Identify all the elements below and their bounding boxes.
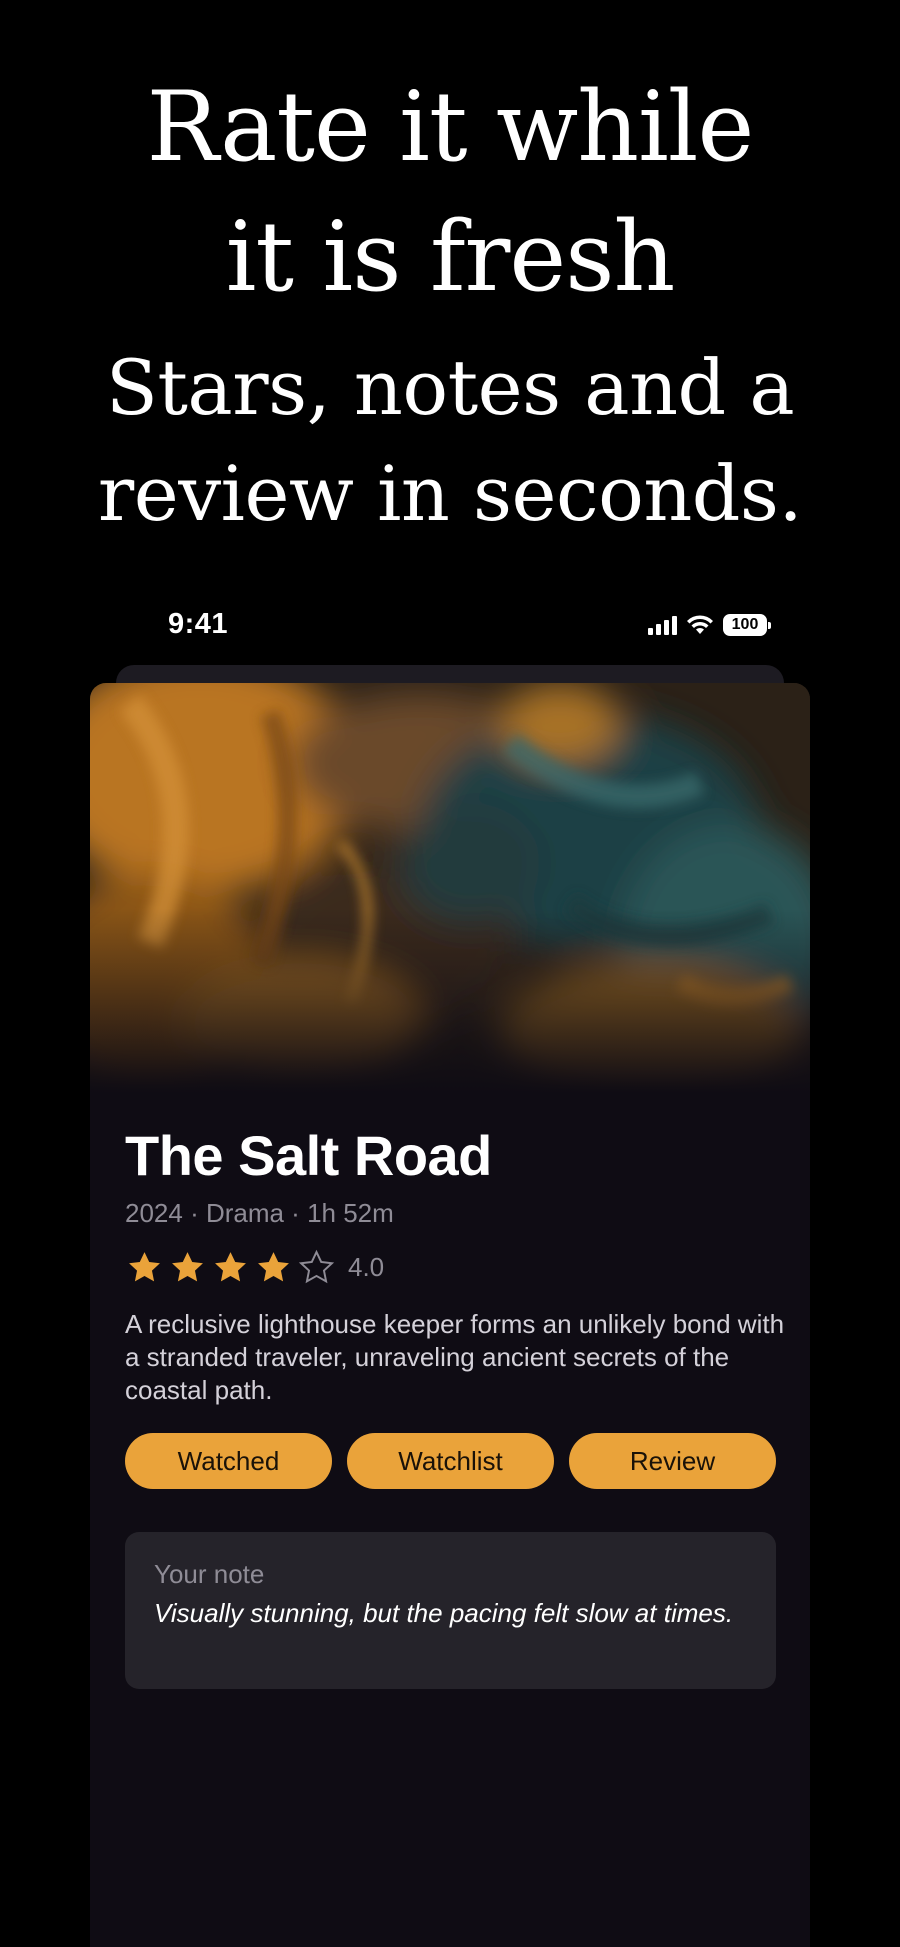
status-bar: 9:41 100 (0, 604, 900, 654)
promo-subhead-line-2: review in seconds. (97, 449, 803, 538)
promo-subhead-line-1: Stars, notes and a (105, 343, 795, 432)
star-icon-1[interactable] (125, 1248, 164, 1287)
watchlist-button[interactable]: Watchlist (347, 1433, 554, 1489)
cellular-signal-icon (648, 615, 677, 635)
movie-detail-card: The Salt Road 2024 · Drama · 1h 52m 4.0 … (90, 683, 810, 1947)
watched-button[interactable]: Watched (125, 1433, 332, 1489)
promo-headline-line-1: Rate it while (146, 71, 755, 183)
movie-synopsis: A reclusive lighthouse keeper forms an u… (125, 1309, 785, 1405)
star-icon-3[interactable] (211, 1248, 250, 1287)
status-time: 9:41 (168, 608, 229, 640)
user-note-card[interactable]: Your note Visually stunning, but the pac… (125, 1532, 776, 1689)
promo-headline-line-2: it is fresh (225, 201, 676, 313)
status-icons: 100 (648, 614, 771, 636)
movie-meta: 2024 · Drama · 1h 52m (125, 1198, 394, 1228)
action-buttons: Watched Watchlist Review (125, 1433, 776, 1489)
promo-subhead: Stars, notes and a review in seconds. (0, 335, 900, 547)
rating-value: 4.0 (348, 1252, 385, 1282)
movie-title: The Salt Road (125, 1124, 492, 1187)
star-icon-4[interactable] (254, 1248, 293, 1287)
note-label: Your note (154, 1559, 265, 1589)
promo-headline: Rate it while it is fresh (0, 62, 900, 322)
movie-poster-artwork (90, 683, 810, 1093)
note-text: Visually stunning, but the pacing felt s… (154, 1598, 734, 1628)
star-icon-2[interactable] (168, 1248, 207, 1287)
star-outline-icon-5[interactable] (297, 1248, 336, 1287)
battery-icon: 100 (723, 614, 771, 636)
battery-level: 100 (731, 616, 759, 633)
wifi-icon (687, 615, 713, 634)
review-button[interactable]: Review (569, 1433, 776, 1489)
star-rating[interactable]: 4.0 (125, 1248, 384, 1287)
